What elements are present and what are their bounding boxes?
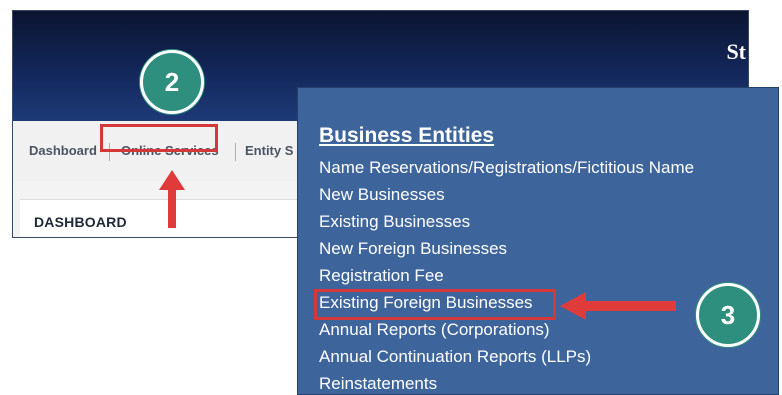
existing-foreign-highlight: [314, 289, 556, 320]
menu-item-new-foreign-businesses[interactable]: New Foreign Businesses: [319, 239, 507, 259]
arrow-up-icon: [159, 170, 185, 228]
nav-dashboard[interactable]: Dashboard: [27, 139, 99, 162]
menu-item-reinstatements[interactable]: Reinstatements: [319, 374, 437, 394]
online-services-highlight: [100, 124, 218, 152]
step-2-badge: 2: [140, 50, 204, 114]
arrow-left-icon: [560, 292, 676, 320]
business-entities-menu: Business Entities Name Reservations/Regi…: [297, 87, 779, 395]
brand-text: St: [726, 39, 746, 64]
dashboard-title: DASHBOARD: [34, 214, 127, 230]
menu-item-existing-businesses[interactable]: Existing Businesses: [319, 212, 470, 232]
nav-separator: [235, 143, 236, 161]
menu-title: Business Entities: [319, 124, 495, 147]
menu-item-annual-continuation-reports[interactable]: Annual Continuation Reports (LLPs): [319, 347, 591, 367]
menu-item-registration-fee[interactable]: Registration Fee: [319, 266, 444, 286]
menu-item-name-reservations[interactable]: Name Reservations/Registrations/Fictitio…: [319, 158, 694, 178]
menu-item-annual-reports[interactable]: Annual Reports (Corporations): [319, 320, 550, 340]
step-3-badge: 3: [696, 283, 760, 347]
nav-entity-search[interactable]: Entity S: [243, 139, 295, 162]
menu-item-new-businesses[interactable]: New Businesses: [319, 185, 445, 205]
